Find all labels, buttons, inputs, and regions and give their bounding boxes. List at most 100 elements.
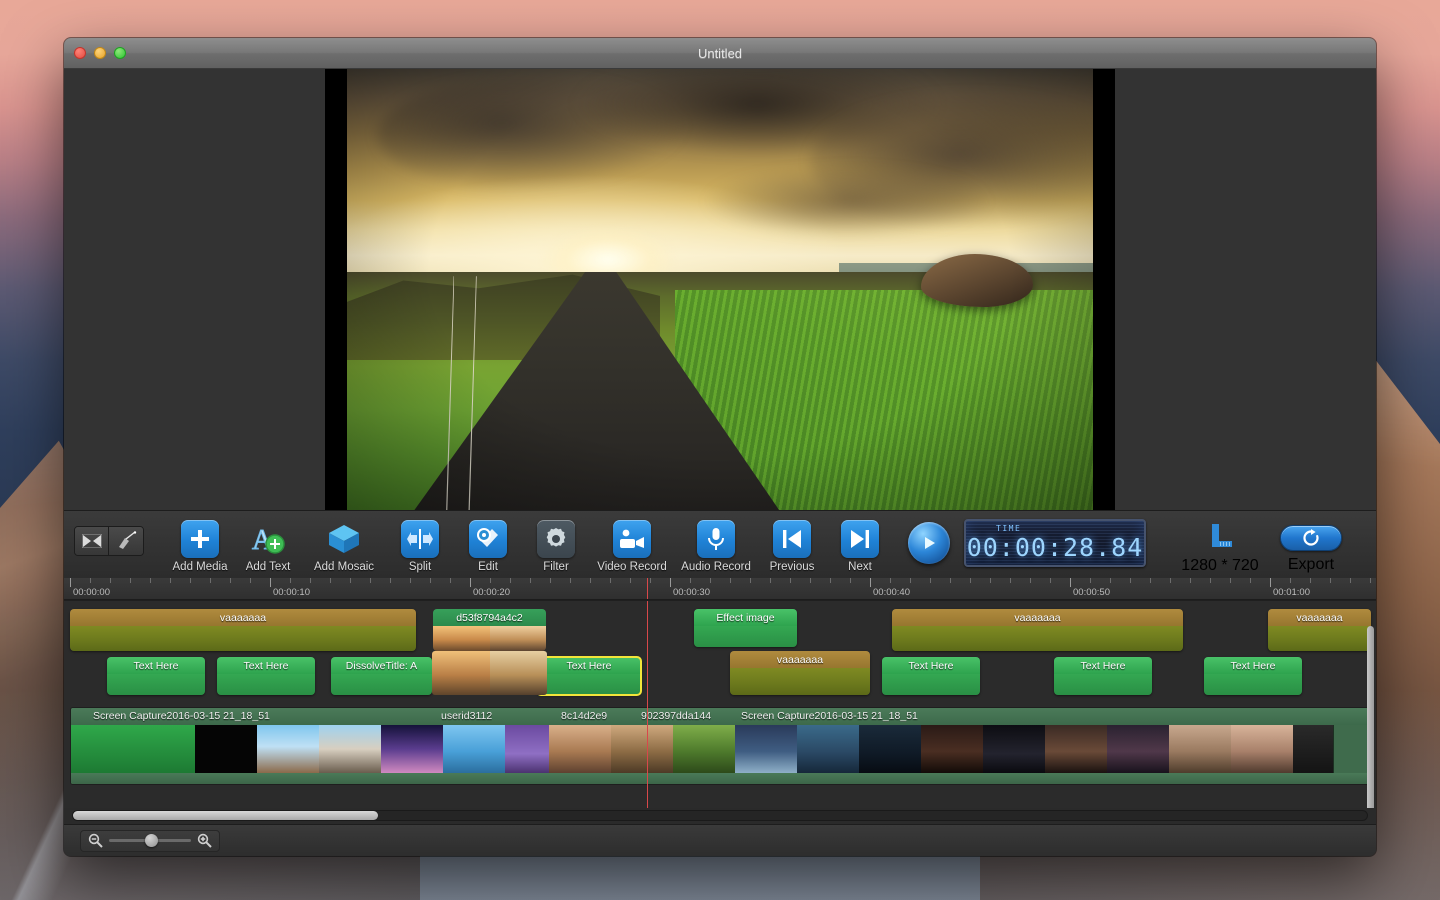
ruler-tick — [1030, 578, 1031, 583]
clip-thumbnail — [433, 626, 490, 651]
main-toolbar: Add Media A Add Text Add Mosaic Split Ed… — [64, 510, 1376, 578]
audio-record-button[interactable]: Audio Record — [674, 516, 758, 573]
export-button[interactable]: Export — [1268, 515, 1354, 574]
ruler-tick — [350, 578, 351, 583]
timeline-clip[interactable]: Text Here — [536, 656, 642, 696]
ruler-tick — [330, 578, 331, 583]
video-thumbnail — [859, 725, 921, 773]
video-thumbnail — [319, 725, 381, 773]
zoom-slider-knob[interactable] — [145, 834, 159, 847]
video-clip-label: 8c14d2e9 — [561, 710, 608, 722]
timeline-clip[interactable]: vaaaaaaa — [70, 609, 416, 651]
timeline-ruler[interactable]: 00:00:00 00:00:10 00:00:20 00:00:30 00:00:40… — [64, 578, 1376, 600]
effects-wand-icon[interactable] — [109, 526, 143, 555]
horizontal-scroll-track[interactable] — [72, 810, 1368, 821]
timeline-tracks[interactable]: vaaaaaaa d53f8794a4c2 Effect image vaaaaaaa… — [64, 600, 1376, 808]
ruler-tick — [410, 578, 411, 583]
clip-label: Text Here — [1204, 657, 1302, 674]
title-bar: Untitled — [64, 38, 1376, 69]
timeline-clip[interactable]: vaaaaaaa — [892, 609, 1183, 651]
overlay-track[interactable]: vaaaaaaa d53f8794a4c2 Effect image vaaaaaaa… — [64, 609, 1376, 653]
transition-icon[interactable] — [75, 526, 109, 555]
play-button[interactable] — [908, 521, 950, 564]
microphone-icon — [697, 520, 735, 558]
plus-icon — [181, 520, 219, 558]
timeline-clip[interactable]: Text Here — [1054, 657, 1152, 695]
vertical-scroll-thumb[interactable] — [1367, 626, 1374, 808]
clip-label: Text Here — [217, 657, 315, 674]
camcorder-icon — [613, 520, 651, 558]
clip-body — [331, 674, 432, 695]
timeline-clip[interactable]: Text Here — [107, 657, 205, 695]
previous-button[interactable]: Previous — [758, 516, 826, 573]
ruler-tick — [210, 578, 211, 583]
audio-record-label: Audio Record — [681, 561, 751, 573]
ruler-tick — [830, 578, 831, 583]
video-thumbnail — [1231, 725, 1293, 773]
clip-label: vaaaaaaa — [1268, 609, 1371, 626]
ruler-tick — [430, 578, 431, 583]
edit-button[interactable]: Edit — [454, 516, 522, 573]
timeline-clip[interactable]: DissolveTitle: A — [331, 657, 432, 695]
video-thumbnail — [1107, 725, 1169, 773]
ruler-tick — [130, 578, 131, 583]
resolution-l-icon — [1203, 519, 1237, 557]
zoom-slider[interactable] — [109, 834, 191, 847]
video-record-button[interactable]: Video Record — [590, 516, 674, 573]
ruler-tick — [550, 578, 551, 583]
ruler-tick — [150, 578, 151, 583]
clip-body — [892, 626, 1183, 651]
ruler-tick — [890, 578, 891, 583]
timeline-clip[interactable]: vaaaaaaa — [730, 651, 870, 695]
playhead[interactable] — [647, 601, 648, 808]
clip-label: vaaaaaaa — [892, 609, 1183, 626]
timeline-clip[interactable]: Text Here — [217, 657, 315, 695]
video-preview[interactable] — [64, 69, 1376, 510]
timeline-clip[interactable]: Text Here — [882, 657, 980, 695]
wrench-gear-icon — [469, 520, 507, 558]
timeline-clip[interactable]: Text Here — [1204, 657, 1302, 695]
ruler-tick — [950, 578, 951, 583]
clip-label: vaaaaaaa — [70, 609, 416, 626]
ruler-label: 00:01:00 — [1273, 587, 1310, 598]
horizontal-scroll-thumb[interactable] — [73, 811, 378, 820]
playhead-ruler-marker[interactable] — [647, 578, 648, 599]
timeline-clip[interactable]: vaaaaaaa — [1268, 609, 1371, 651]
add-mosaic-button[interactable]: Add Mosaic — [302, 516, 386, 573]
video-track-strip[interactable] — [71, 725, 1369, 784]
video-thumbnail — [443, 725, 505, 773]
video-thumbnail — [673, 725, 735, 773]
audio-waveform — [71, 773, 1369, 784]
ruler-label: 00:00:30 — [673, 587, 710, 598]
title-track[interactable]: Text Here Text Here DissolveTitle: A Text H… — [64, 651, 1376, 701]
ruler-tick — [1070, 578, 1071, 587]
add-media-button[interactable]: Add Media — [166, 516, 234, 573]
clip-body — [433, 626, 546, 651]
timeline-clip[interactable]: d53f8794a4c2 — [433, 609, 546, 651]
split-icon — [401, 520, 439, 558]
resolution-button[interactable]: 1280 * 720 — [1172, 515, 1268, 575]
ruler-tick — [790, 578, 791, 583]
video-thumbnail — [1293, 725, 1333, 773]
ruler-tick — [90, 578, 91, 583]
previous-label: Previous — [769, 561, 815, 573]
mini-button-group — [74, 525, 144, 556]
dissolve-overlap-thumbnails — [432, 651, 547, 695]
vertical-scrollbar[interactable] — [1366, 624, 1375, 808]
ruler-tick — [1050, 578, 1051, 583]
video-thumbnail — [549, 725, 611, 773]
timeline-clip[interactable]: Effect image — [694, 609, 797, 647]
split-button[interactable]: Split — [386, 516, 454, 573]
video-track[interactable]: Screen Capture2016-03-15 21_18_51 userid3… — [70, 707, 1370, 785]
next-button[interactable]: Next — [826, 516, 894, 573]
clip-body — [882, 674, 980, 695]
horizontal-scrollbar[interactable] — [64, 808, 1376, 824]
add-text-button[interactable]: A Add Text — [234, 516, 302, 574]
filter-button[interactable]: Filter — [522, 516, 590, 573]
timeline-zoom-control[interactable] — [80, 829, 220, 852]
add-media-label: Add Media — [172, 561, 228, 573]
video-thumbnail — [1045, 725, 1107, 773]
edit-label: Edit — [478, 561, 498, 573]
ruler-tick — [110, 578, 111, 583]
letterbox-right — [1093, 69, 1115, 510]
